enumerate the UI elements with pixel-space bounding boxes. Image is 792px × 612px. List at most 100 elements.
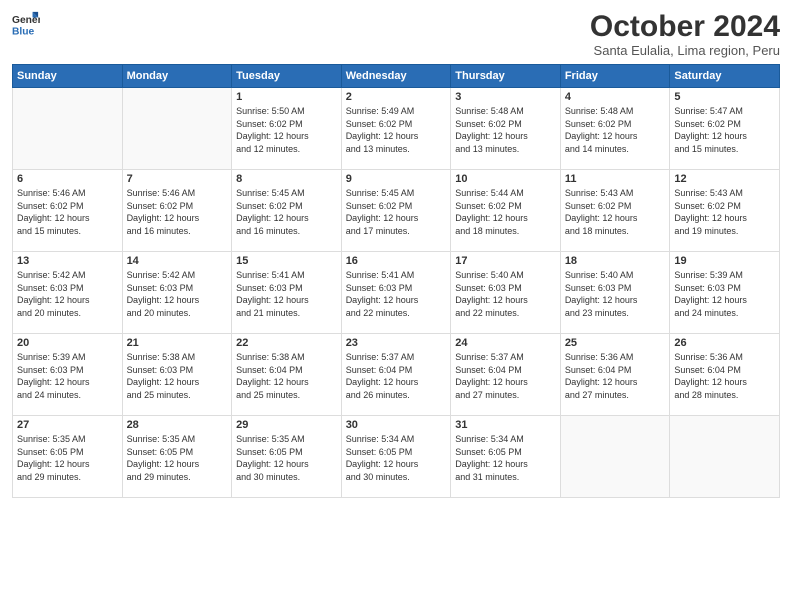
logo: General Blue (12, 10, 40, 38)
day-number: 18 (565, 255, 666, 267)
calendar-cell: 23 Sunrise: 5:37 AM Sunset: 6:04 PM Dayli… (341, 334, 451, 416)
calendar-cell: 24 Sunrise: 5:37 AM Sunset: 6:04 PM Dayli… (451, 334, 561, 416)
weekday-header-thursday: Thursday (451, 65, 561, 88)
day-number: 6 (17, 173, 118, 185)
week-row-4: 20Sunrise: 5:39 AM Sunset: 6:03 PM Dayli… (13, 334, 780, 416)
day-number: 14 (127, 255, 228, 267)
day-info: Sunrise: 5:43 AM Sunset: 6:02 PM Dayligh… (565, 187, 666, 237)
day-info: Sunrise: 5:44 AM Sunset: 6:02 PM Dayligh… (455, 187, 556, 237)
day-number: 31 (455, 419, 556, 431)
weekday-header-row: SundayMondayTuesdayWednesdayThursdayFrid… (13, 65, 780, 88)
day-number: 13 (17, 255, 118, 267)
day-info: Sunrise: 5:40 AM Sunset: 6:03 PM Dayligh… (455, 269, 556, 319)
day-info: Sunrise: 5:37 AM Sunset: 6:04 PM Dayligh… (455, 351, 556, 401)
calendar-cell: 26Sunrise: 5:36 AM Sunset: 6:04 PM Dayli… (670, 334, 780, 416)
day-number: 17 (455, 255, 556, 267)
day-number: 28 (127, 419, 228, 431)
calendar-cell (122, 88, 232, 170)
week-row-3: 13 Sunrise: 5:42 AM Sunset: 6:03 PM Dayli… (13, 252, 780, 334)
day-number: 1 (236, 91, 337, 103)
day-number: 12 (674, 173, 775, 185)
day-number: 3 (455, 91, 556, 103)
day-number: 8 (236, 173, 337, 185)
calendar-cell: 13 Sunrise: 5:42 AM Sunset: 6:03 PM Dayli… (13, 252, 123, 334)
day-info: Sunrise: 5:35 AM Sunset: 6:05 PM Dayligh… (17, 433, 118, 483)
calendar-cell: 19 Sunrise: 5:39 AM Sunset: 6:03 PM Dayli… (670, 252, 780, 334)
day-info: Sunrise: 5:43 AM Sunset: 6:02 PM Dayligh… (674, 187, 775, 237)
weekday-header-sunday: Sunday (13, 65, 123, 88)
calendar-cell: 20Sunrise: 5:39 AM Sunset: 6:03 PM Dayli… (13, 334, 123, 416)
calendar-cell: 5Sunrise: 5:47 AM Sunset: 6:02 PM Daylig… (670, 88, 780, 170)
logo-icon: General Blue (12, 10, 40, 38)
weekday-header-wednesday: Wednesday (341, 65, 451, 88)
day-info: Sunrise: 5:49 AM Sunset: 6:02 PM Dayligh… (346, 105, 447, 155)
month-title: October 2024 (590, 10, 780, 43)
calendar-cell: 30Sunrise: 5:34 AM Sunset: 6:05 PM Dayli… (341, 416, 451, 498)
weekday-header-monday: Monday (122, 65, 232, 88)
day-number: 16 (346, 255, 447, 267)
day-number: 19 (674, 255, 775, 267)
day-number: 24 (455, 337, 556, 349)
calendar-cell: 21Sunrise: 5:38 AM Sunset: 6:03 PM Dayli… (122, 334, 232, 416)
calendar-cell: 25Sunrise: 5:36 AM Sunset: 6:04 PM Dayli… (560, 334, 670, 416)
calendar-cell: 1 Sunrise: 5:50 AM Sunset: 6:02 PM Daylig… (232, 88, 342, 170)
day-info: Sunrise: 5:35 AM Sunset: 6:05 PM Dayligh… (127, 433, 228, 483)
calendar-cell: 8 Sunrise: 5:45 AM Sunset: 6:02 PM Daylig… (232, 170, 342, 252)
calendar-cell: 2 Sunrise: 5:49 AM Sunset: 6:02 PM Daylig… (341, 88, 451, 170)
calendar-cell: 31Sunrise: 5:34 AM Sunset: 6:05 PM Dayli… (451, 416, 561, 498)
day-info: Sunrise: 5:45 AM Sunset: 6:02 PM Dayligh… (236, 187, 337, 237)
day-info: Sunrise: 5:38 AM Sunset: 6:04 PM Dayligh… (236, 351, 337, 401)
day-info: Sunrise: 5:38 AM Sunset: 6:03 PM Dayligh… (127, 351, 228, 401)
calendar-cell (670, 416, 780, 498)
day-info: Sunrise: 5:46 AM Sunset: 6:02 PM Dayligh… (127, 187, 228, 237)
calendar-cell (560, 416, 670, 498)
calendar-cell: 7 Sunrise: 5:46 AM Sunset: 6:02 PM Daylig… (122, 170, 232, 252)
location-subtitle: Santa Eulalia, Lima region, Peru (590, 43, 780, 58)
calendar-cell: 28 Sunrise: 5:35 AM Sunset: 6:05 PM Dayli… (122, 416, 232, 498)
day-number: 15 (236, 255, 337, 267)
day-number: 2 (346, 91, 447, 103)
day-info: Sunrise: 5:41 AM Sunset: 6:03 PM Dayligh… (346, 269, 447, 319)
calendar-cell: 4 Sunrise: 5:48 AM Sunset: 6:02 PM Daylig… (560, 88, 670, 170)
calendar-cell: 22 Sunrise: 5:38 AM Sunset: 6:04 PM Dayli… (232, 334, 342, 416)
calendar-cell (13, 88, 123, 170)
day-number: 10 (455, 173, 556, 185)
day-number: 23 (346, 337, 447, 349)
calendar-cell: 27 Sunrise: 5:35 AM Sunset: 6:05 PM Dayli… (13, 416, 123, 498)
weekday-header-friday: Friday (560, 65, 670, 88)
day-number: 9 (346, 173, 447, 185)
day-info: Sunrise: 5:35 AM Sunset: 6:05 PM Dayligh… (236, 433, 337, 483)
day-number: 26 (674, 337, 775, 349)
calendar-cell: 9Sunrise: 5:45 AM Sunset: 6:02 PM Daylig… (341, 170, 451, 252)
calendar-cell: 14 Sunrise: 5:42 AM Sunset: 6:03 PM Dayli… (122, 252, 232, 334)
day-info: Sunrise: 5:37 AM Sunset: 6:04 PM Dayligh… (346, 351, 447, 401)
day-info: Sunrise: 5:46 AM Sunset: 6:02 PM Dayligh… (17, 187, 118, 237)
day-info: Sunrise: 5:42 AM Sunset: 6:03 PM Dayligh… (127, 269, 228, 319)
day-number: 7 (127, 173, 228, 185)
day-number: 11 (565, 173, 666, 185)
calendar-cell: 12 Sunrise: 5:43 AM Sunset: 6:02 PM Dayli… (670, 170, 780, 252)
week-row-2: 6 Sunrise: 5:46 AM Sunset: 6:02 PM Daylig… (13, 170, 780, 252)
day-number: 27 (17, 419, 118, 431)
calendar-cell: 6 Sunrise: 5:46 AM Sunset: 6:02 PM Daylig… (13, 170, 123, 252)
calendar-cell: 15Sunrise: 5:41 AM Sunset: 6:03 PM Dayli… (232, 252, 342, 334)
day-info: Sunrise: 5:39 AM Sunset: 6:03 PM Dayligh… (17, 351, 118, 401)
day-number: 25 (565, 337, 666, 349)
day-info: Sunrise: 5:48 AM Sunset: 6:02 PM Dayligh… (565, 105, 666, 155)
calendar-cell: 3Sunrise: 5:48 AM Sunset: 6:02 PM Daylig… (451, 88, 561, 170)
calendar-cell: 16 Sunrise: 5:41 AM Sunset: 6:03 PM Dayli… (341, 252, 451, 334)
day-info: Sunrise: 5:40 AM Sunset: 6:03 PM Dayligh… (565, 269, 666, 319)
weekday-header-tuesday: Tuesday (232, 65, 342, 88)
calendar-table: SundayMondayTuesdayWednesdayThursdayFrid… (12, 64, 780, 498)
day-info: Sunrise: 5:39 AM Sunset: 6:03 PM Dayligh… (674, 269, 775, 319)
day-info: Sunrise: 5:47 AM Sunset: 6:02 PM Dayligh… (674, 105, 775, 155)
day-info: Sunrise: 5:42 AM Sunset: 6:03 PM Dayligh… (17, 269, 118, 319)
day-info: Sunrise: 5:50 AM Sunset: 6:02 PM Dayligh… (236, 105, 337, 155)
day-number: 4 (565, 91, 666, 103)
day-number: 30 (346, 419, 447, 431)
week-row-5: 27 Sunrise: 5:35 AM Sunset: 6:05 PM Dayli… (13, 416, 780, 498)
calendar-cell: 29Sunrise: 5:35 AM Sunset: 6:05 PM Dayli… (232, 416, 342, 498)
page-header: General Blue October 2024 Santa Eulalia,… (12, 10, 780, 58)
day-number: 22 (236, 337, 337, 349)
svg-text:Blue: Blue (12, 26, 35, 37)
